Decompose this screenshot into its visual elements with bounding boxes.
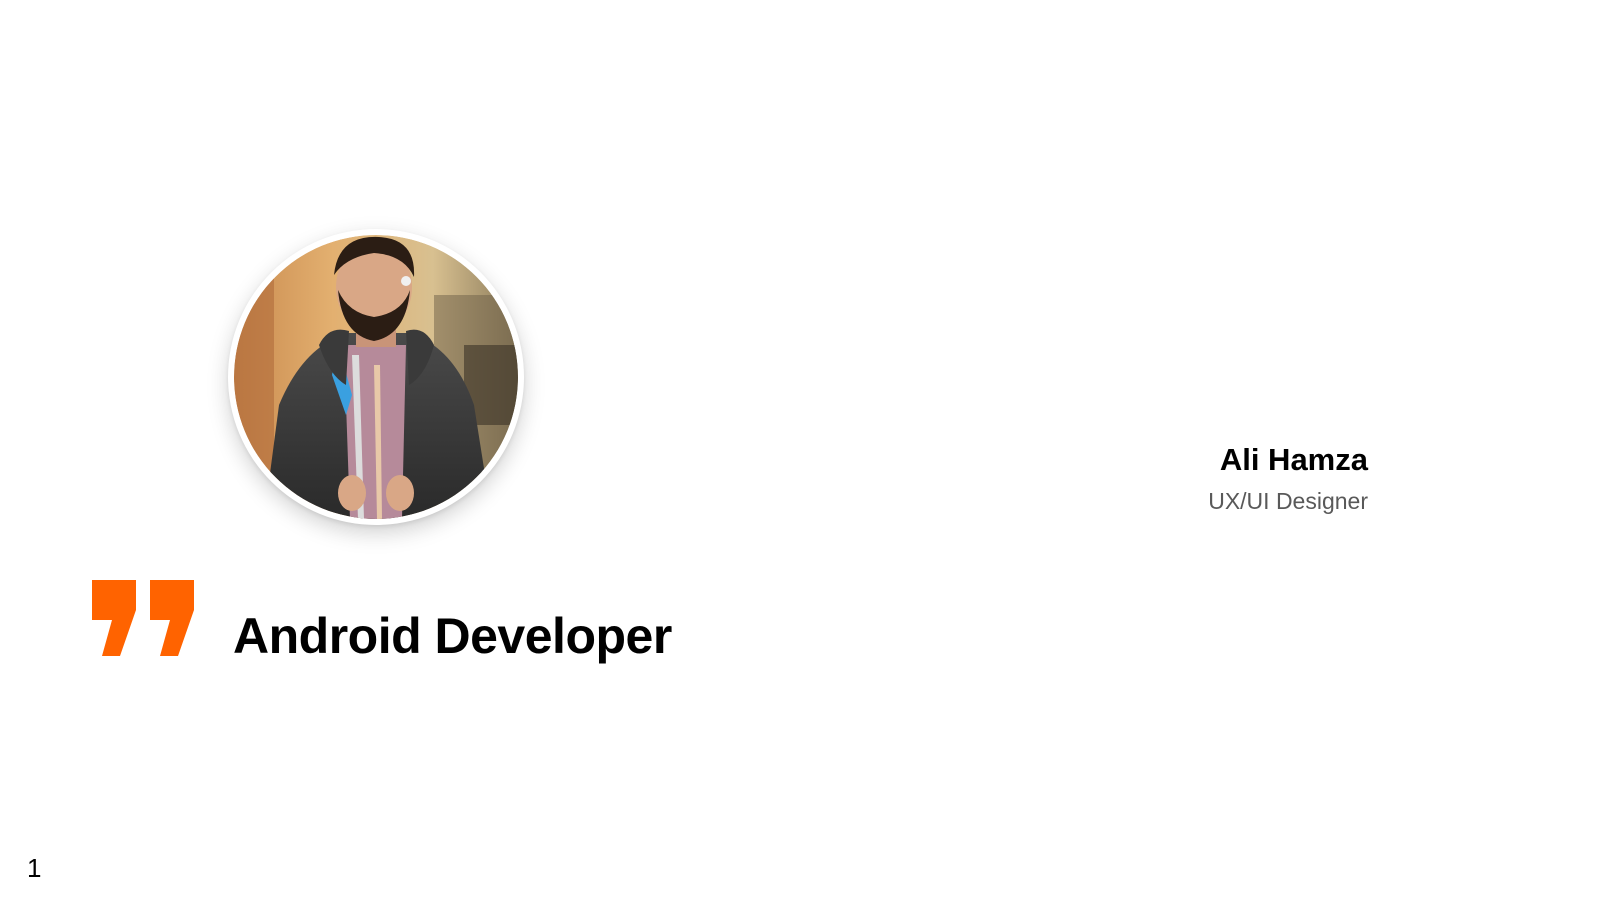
slide: Android Developer Ali Hamza UX/UI Design…: [0, 0, 1600, 900]
headline: Android Developer: [233, 608, 672, 664]
closing-quote-icon: [92, 580, 194, 656]
person-block: Ali Hamza UX/UI Designer: [1208, 441, 1368, 515]
person-role: UX/UI Designer: [1208, 488, 1368, 514]
person-name: Ali Hamza: [1219, 442, 1368, 477]
avatar: [228, 229, 524, 525]
page-number: 1: [27, 853, 42, 883]
profile-photo: [234, 235, 518, 519]
